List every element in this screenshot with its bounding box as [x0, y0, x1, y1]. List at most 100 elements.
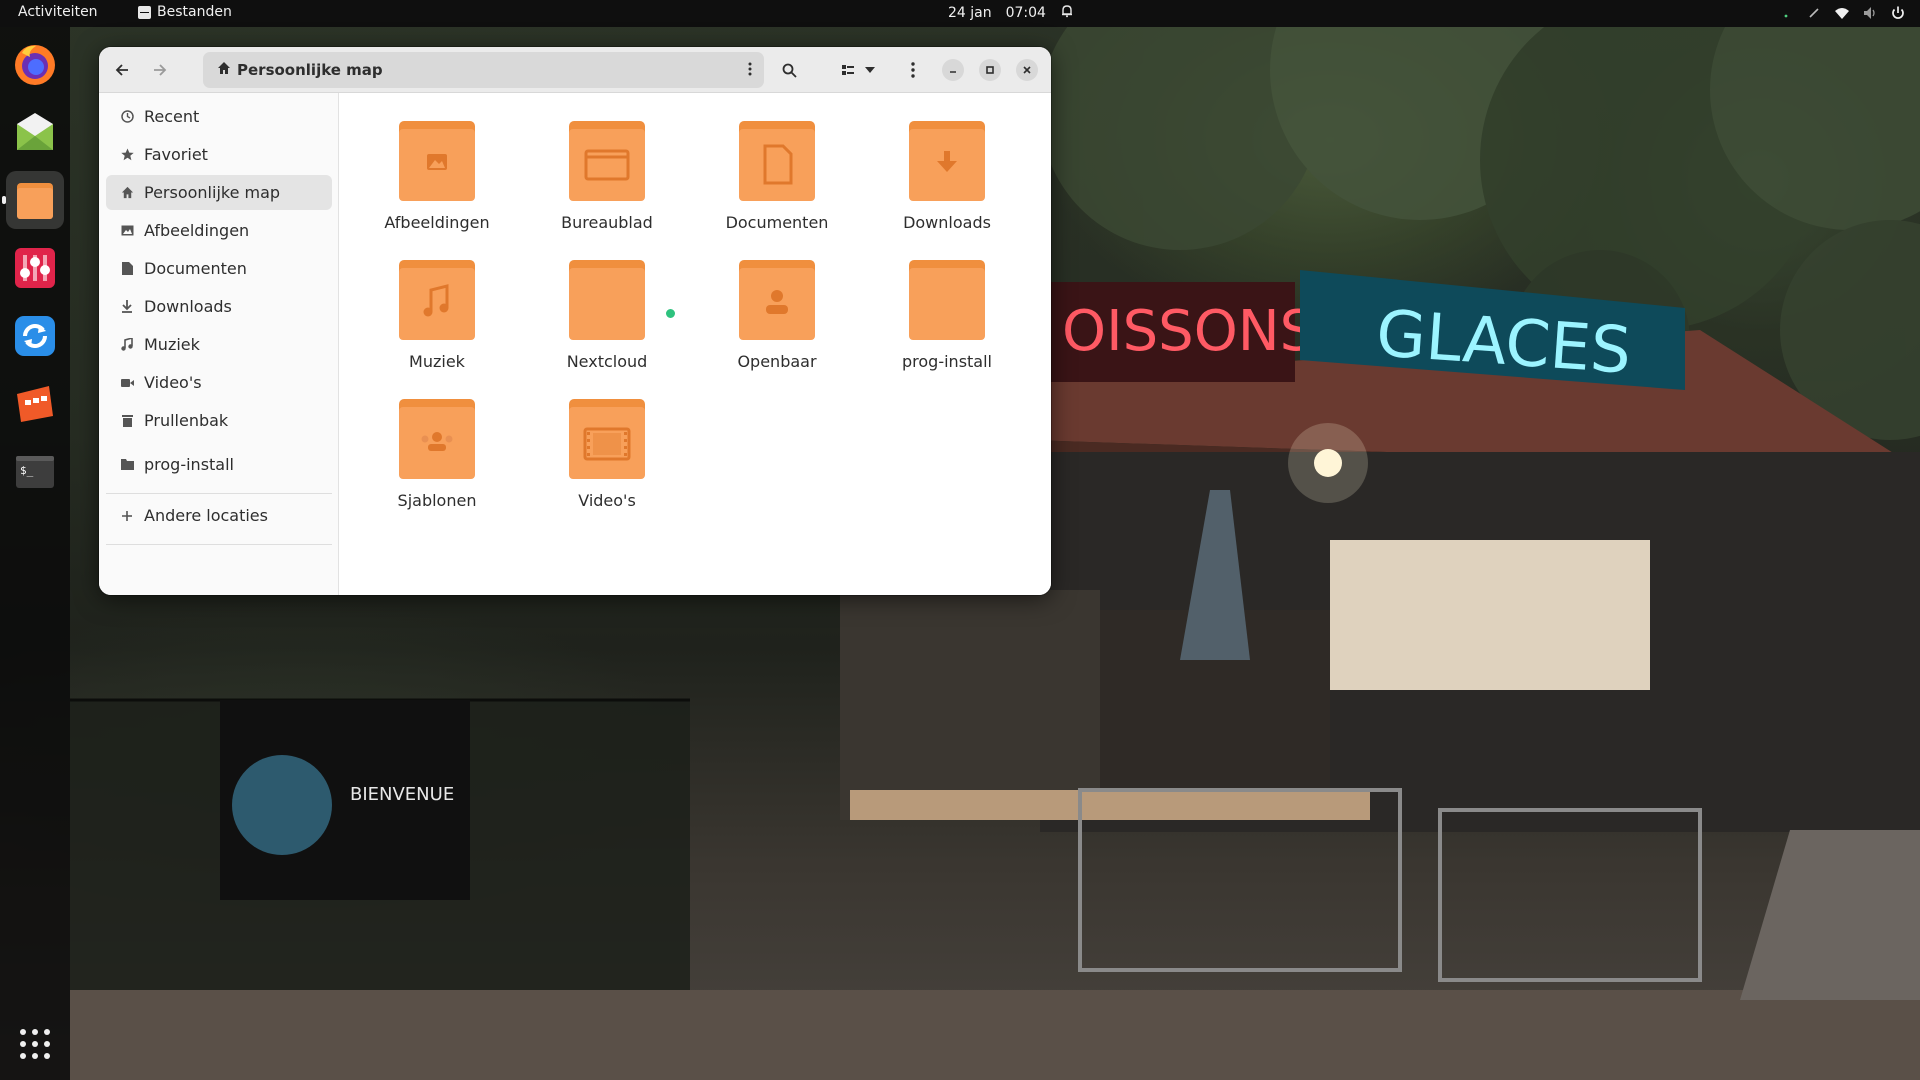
folder-item-downloads[interactable]: Downloads: [882, 121, 1012, 241]
folder-videos-icon: [569, 399, 645, 479]
star-icon: [120, 148, 134, 162]
file-manager-window: Persoonlijke map Recent Favoriet Persoon…: [99, 47, 1051, 595]
folder-item-documenten[interactable]: Documenten: [712, 121, 842, 241]
sidebar-item-other-locations[interactable]: Andere locaties: [106, 498, 332, 533]
files-launcher[interactable]: [2, 171, 64, 229]
firefox-launcher[interactable]: [6, 35, 64, 93]
folder-item-prog-install[interactable]: prog-install: [882, 260, 1012, 380]
clock-icon: [120, 110, 134, 124]
sidebar-item-recent[interactable]: Recent: [106, 99, 332, 134]
folder-label: Muziek: [409, 352, 465, 371]
list-view-icon: [842, 65, 854, 75]
folder-item-bureaublad[interactable]: Bureaublad: [542, 121, 672, 241]
sidebar-item-label: Favoriet: [144, 145, 208, 164]
power-icon[interactable]: [1890, 5, 1906, 21]
main-menu-button[interactable]: [898, 55, 928, 85]
folder-item-sjablonen[interactable]: Sjablonen: [372, 399, 502, 519]
sidebar-item-videos[interactable]: Video's: [106, 365, 332, 400]
folder-label: Documenten: [725, 213, 829, 232]
search-button[interactable]: [772, 55, 806, 85]
folder-item-afbeeldingen[interactable]: Afbeeldingen: [372, 121, 502, 241]
folder-desktop-icon: [569, 121, 645, 201]
close-button[interactable]: [1016, 59, 1038, 81]
media-launcher[interactable]: [6, 375, 64, 433]
view-mode-button[interactable]: [831, 55, 885, 85]
sync-icon: [15, 316, 55, 356]
sidebar-item-home[interactable]: Persoonlijke map: [106, 175, 332, 210]
maximize-button[interactable]: [979, 59, 1001, 81]
svg-text:OISSONS: OISSONS: [1062, 299, 1315, 364]
folder-item-videos[interactable]: Video's: [542, 399, 672, 519]
wifi-icon[interactable]: [1834, 5, 1850, 21]
folder-public-icon: [739, 260, 815, 340]
sidebar-item-label: Prullenbak: [144, 411, 229, 430]
volume-icon[interactable]: [1862, 5, 1878, 21]
firefox-icon: [15, 45, 55, 85]
svg-text:BIENVENUE: BIENVENUE: [350, 784, 454, 805]
terminal-icon: $_: [16, 456, 54, 488]
sidebar-item-prog-install[interactable]: prog-install: [106, 447, 332, 482]
clock-date: 24 jan: [948, 5, 992, 21]
path-bar[interactable]: Persoonlijke map: [203, 52, 764, 88]
folder-label: Video's: [578, 491, 636, 510]
sidebar-separator: [106, 544, 332, 545]
pen-icon[interactable]: [1806, 5, 1822, 21]
folder-label: Afbeeldingen: [384, 213, 490, 232]
activities-button[interactable]: Activiteiten: [18, 4, 98, 20]
sidebar-item-documents[interactable]: Documenten: [106, 251, 332, 286]
chevron-down-icon: [865, 67, 875, 73]
music-icon: [120, 338, 134, 352]
mail-launcher[interactable]: [6, 103, 64, 161]
video-icon: [120, 376, 134, 390]
folder-templates-icon: [399, 399, 475, 479]
folder-label: Downloads: [903, 213, 991, 232]
media-app-icon: [17, 386, 53, 422]
file-cabinet-icon: [138, 5, 151, 19]
sidebar-item-music[interactable]: Muziek: [106, 327, 332, 362]
forward-button[interactable]: [145, 55, 175, 85]
sidebar-item-trash[interactable]: Prullenbak: [106, 403, 332, 438]
top-bar: Activiteiten Bestanden 24 jan 07:04: [0, 0, 1920, 27]
folder-item-nextcloud[interactable]: Nextcloud: [542, 260, 672, 380]
terminal-launcher[interactable]: $_: [6, 443, 64, 501]
app-menu-button[interactable]: Bestanden: [138, 4, 232, 20]
folder-icon: [909, 260, 985, 340]
sidebar-item-pictures[interactable]: Afbeeldingen: [106, 213, 332, 248]
sidebar-item-starred[interactable]: Favoriet: [106, 137, 332, 172]
arrow-left-icon: [115, 64, 128, 76]
folder-item-openbaar[interactable]: Openbaar: [712, 260, 842, 380]
folder-label: Sjablonen: [397, 491, 477, 510]
folder-item-muziek[interactable]: Muziek: [372, 260, 502, 380]
app-menu-label: Bestanden: [157, 4, 232, 20]
document-icon: [120, 262, 134, 276]
status-dot-icon[interactable]: [1778, 5, 1794, 21]
plus-icon: [120, 509, 134, 523]
path-current-folder[interactable]: Persoonlijke map: [237, 61, 383, 79]
mixer-launcher[interactable]: [6, 239, 64, 297]
folder-downloads-icon: [909, 121, 985, 201]
sidebar-item-label: Andere locaties: [144, 506, 268, 525]
folder-pictures-icon: [399, 121, 475, 201]
back-button[interactable]: [107, 55, 137, 85]
sync-launcher[interactable]: [6, 307, 64, 365]
sidebar-item-downloads[interactable]: Downloads: [106, 289, 332, 324]
system-tray[interactable]: [1778, 5, 1906, 21]
app-grid-button[interactable]: [6, 1015, 64, 1073]
sidebar-item-label: Recent: [144, 107, 200, 126]
download-icon: [120, 300, 134, 314]
home-icon: [217, 61, 231, 79]
path-menu-icon[interactable]: [748, 62, 752, 80]
sidebar-item-label: Downloads: [144, 297, 232, 316]
minimize-button[interactable]: [942, 59, 964, 81]
sidebar-item-label: Muziek: [144, 335, 200, 354]
sync-ok-badge-icon: [665, 308, 676, 319]
folder-grid: Afbeeldingen Bureaublad Documenten Downl…: [340, 93, 1051, 595]
svg-text:$_: $_: [20, 464, 34, 477]
maximize-icon: [986, 66, 994, 74]
folder-label: prog-install: [902, 352, 992, 371]
mixer-icon: [15, 248, 55, 288]
sidebar-item-label: Persoonlijke map: [144, 183, 281, 202]
folder-icon: [120, 458, 134, 472]
close-icon: [1023, 66, 1031, 74]
clock-button[interactable]: 24 jan 07:04: [948, 4, 1074, 22]
